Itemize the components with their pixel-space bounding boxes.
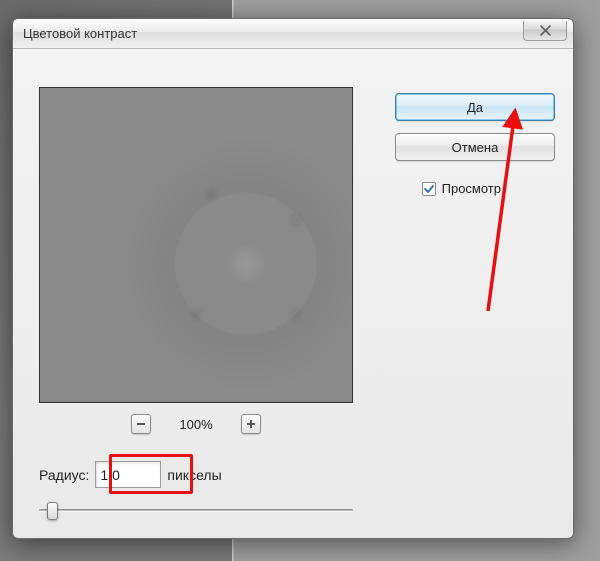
dialog-titlebar[interactable]: Цветовой контраст (13, 19, 573, 49)
radius-slider[interactable] (39, 499, 353, 523)
dialog-buttons: Да Отмена (395, 93, 555, 161)
high-pass-dialog: Цветовой контраст 100% (12, 18, 574, 539)
close-icon (540, 25, 551, 36)
close-button[interactable] (523, 21, 567, 41)
radius-unit: пикселы (167, 467, 221, 483)
zoom-level: 100% (179, 417, 212, 432)
cancel-button-label: Отмена (452, 140, 499, 155)
zoom-out-button[interactable] (131, 414, 151, 434)
filter-preview[interactable] (39, 87, 353, 403)
slider-thumb[interactable] (47, 502, 58, 520)
radius-label: Радиус: (39, 467, 89, 483)
plus-icon (246, 419, 256, 429)
preview-image (40, 88, 352, 402)
dialog-title: Цветовой контраст (23, 26, 137, 41)
ok-button[interactable]: Да (395, 93, 555, 121)
minus-icon (136, 419, 146, 429)
zoom-in-button[interactable] (241, 414, 261, 434)
radius-row: Радиус: пикселы (39, 461, 222, 488)
dialog-content: 100% Радиус: пикселы Да Отмена (13, 49, 573, 538)
cancel-button[interactable]: Отмена (395, 133, 555, 161)
preview-checkbox-row: Просмотр (422, 181, 501, 196)
check-icon (424, 184, 434, 194)
zoom-controls: 100% (39, 411, 353, 437)
radius-input[interactable] (95, 461, 161, 488)
slider-track (39, 509, 353, 512)
preview-checkbox[interactable] (422, 182, 436, 196)
preview-checkbox-label: Просмотр (442, 181, 501, 196)
ok-button-label: Да (467, 100, 483, 115)
